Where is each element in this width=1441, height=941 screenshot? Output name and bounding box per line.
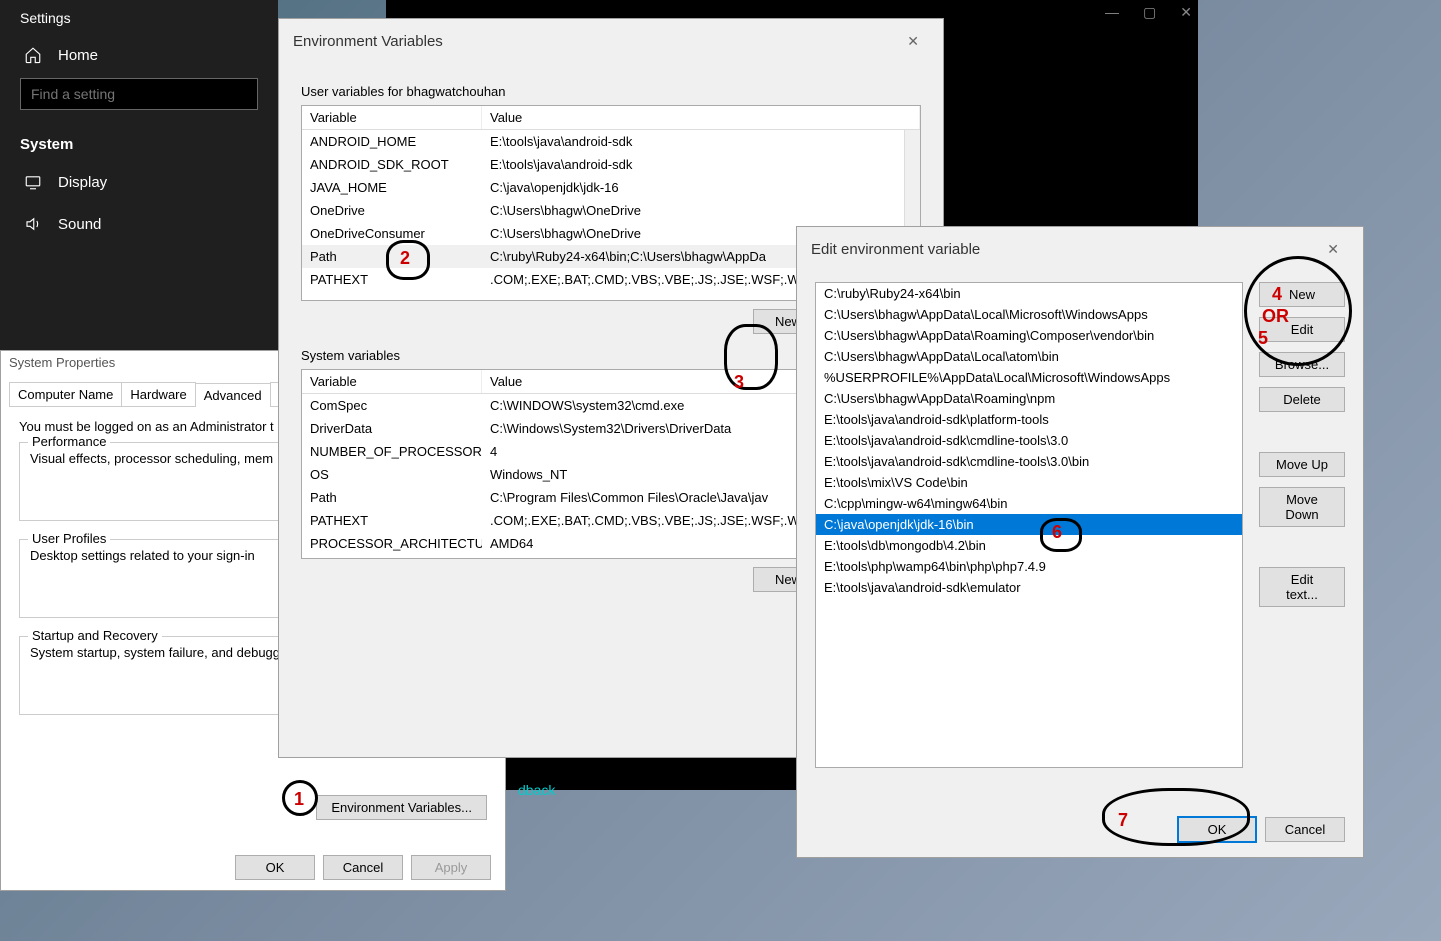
path-list[interactable]: C:\ruby\Ruby24-x64\binC:\Users\bhagw\App… [815,282,1243,768]
close-icon[interactable]: ✕ [1180,4,1192,21]
search-input[interactable] [20,78,258,110]
settings-title: Settings [0,0,278,36]
col-variable[interactable]: Variable [302,106,482,129]
list-item[interactable]: %USERPROFILE%\AppData\Local\Microsoft\Wi… [816,367,1242,388]
group-title: User Profiles [28,531,110,546]
editenv-title: Edit environment variable [811,241,980,258]
group-title: Performance [28,434,110,449]
col-variable[interactable]: Variable [302,370,482,393]
table-row[interactable]: OneDriveC:\Users\bhagw\OneDrive [302,199,920,222]
list-item[interactable]: E:\tools\java\android-sdk\cmdline-tools\… [816,451,1242,472]
annotation-7: 7 [1118,810,1128,831]
list-item[interactable]: C:\Users\bhagw\AppData\Local\Microsoft\W… [816,304,1242,325]
maximize-icon[interactable]: ▢ [1143,4,1156,21]
table-row[interactable]: ANDROID_HOMEE:\tools\java\android-sdk [302,130,920,153]
table-row[interactable]: JAVA_HOMEC:\java\openjdk\jdk-16 [302,176,920,199]
close-icon[interactable]: ✕ [897,29,929,54]
list-item[interactable]: C:\Users\bhagw\AppData\Roaming\Composer\… [816,325,1242,346]
list-item[interactable]: C:\Users\bhagw\AppData\Local\atom\bin [816,346,1242,367]
annotation-6: 6 [1052,522,1062,543]
annotation-1: 1 [294,789,304,810]
annotation-2: 2 [400,248,410,269]
sound-icon [24,215,42,233]
annotation-circle [724,324,778,390]
envvars-title: Environment Variables [293,33,443,50]
home-icon [24,46,42,64]
list-item[interactable]: E:\tools\java\android-sdk\platform-tools [816,409,1242,430]
nav-home[interactable]: Home [0,36,278,78]
close-icon[interactable]: ✕ [1317,237,1349,262]
nav-item-display[interactable]: Display [0,161,278,203]
table-row[interactable]: ANDROID_SDK_ROOTE:\tools\java\android-sd… [302,153,920,176]
list-item[interactable]: C:\Users\bhagw\AppData\Roaming\npm [816,388,1242,409]
move-down-button[interactable]: Move Down [1259,487,1345,527]
nav-item-sound[interactable]: Sound [0,203,278,245]
list-item[interactable]: E:\tools\php\wamp64\bin\php\php7.4.9 [816,556,1242,577]
nav-section-system: System [0,128,278,161]
move-up-button[interactable]: Move Up [1259,452,1345,477]
nav-home-label: Home [58,47,98,64]
annotation-circle [1244,256,1352,366]
tab-computer-name[interactable]: Computer Name [9,382,122,406]
col-value[interactable]: Value [482,106,920,129]
group-title: Startup and Recovery [28,628,162,643]
annotation-3: 3 [734,372,744,393]
apply-button[interactable]: Apply [411,855,491,880]
feedback-link[interactable]: dback [518,782,555,798]
delete-button[interactable]: Delete [1259,387,1345,412]
list-item[interactable]: E:\tools\db\mongodb\4.2\bin [816,535,1242,556]
settings-window: Settings Home System Display Sound [0,0,278,350]
tab-advanced[interactable]: Advanced [195,383,271,407]
annotation-4: 4 [1272,284,1282,305]
annotation-or: OR [1262,306,1289,327]
environment-variables-button[interactable]: Environment Variables... [316,795,487,820]
list-item[interactable]: C:\ruby\Ruby24-x64\bin [816,283,1242,304]
ok-button[interactable]: OK [235,855,315,880]
list-item[interactable]: E:\tools\java\android-sdk\emulator [816,577,1242,598]
list-item[interactable]: C:\java\openjdk\jdk-16\bin [816,514,1242,535]
list-item[interactable]: C:\cpp\mingw-w64\mingw64\bin [816,493,1242,514]
edit-text-button[interactable]: Edit text... [1259,567,1345,607]
display-icon [24,173,42,191]
cancel-button[interactable]: Cancel [1265,817,1345,842]
list-item[interactable]: E:\tools\mix\VS Code\bin [816,472,1242,493]
cancel-button[interactable]: Cancel [323,855,403,880]
user-vars-label: User variables for bhagwatchouhan [301,84,921,99]
list-item[interactable]: E:\tools\java\android-sdk\cmdline-tools\… [816,430,1242,451]
nav-item-label: Sound [58,216,101,233]
nav-item-label: Display [58,174,107,191]
annotation-5: 5 [1258,328,1268,349]
tab-hardware[interactable]: Hardware [121,382,195,406]
minimize-icon[interactable]: — [1105,4,1119,21]
